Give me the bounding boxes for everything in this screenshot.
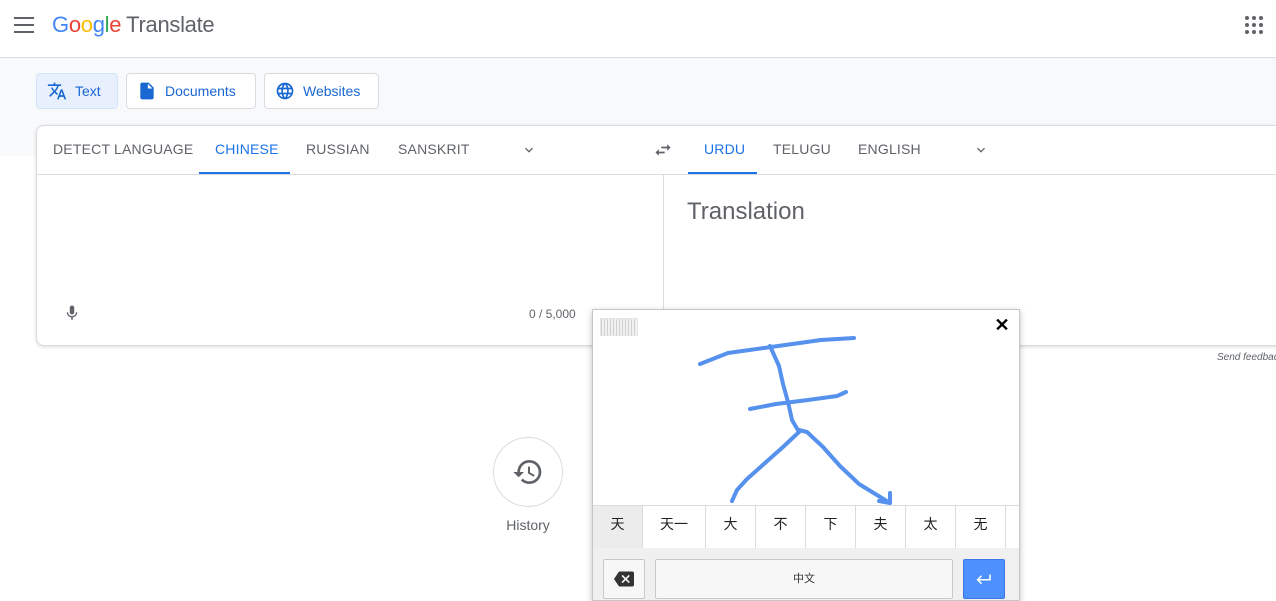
documents-mode-label: Documents	[165, 83, 236, 99]
google-translate-logo[interactable]: Google Translate	[52, 12, 215, 38]
target-lang-english[interactable]: ENGLISH	[842, 126, 937, 174]
source-lang-chinese[interactable]: CHINESE	[199, 126, 290, 174]
candidate-row: 天 天一 大 不 下 夫 太 无	[593, 505, 1019, 549]
candidate-char[interactable]: 大	[706, 506, 756, 548]
source-lang-detect[interactable]: DETECT LANGUAGE	[37, 126, 209, 174]
text-mode-button[interactable]: Text	[36, 73, 118, 109]
translation-placeholder: Translation	[687, 198, 805, 225]
candidate-char[interactable]: 无	[956, 506, 1006, 548]
language-bar: DETECT LANGUAGE CHINESE RUSSIAN SANSKRIT…	[37, 126, 1276, 175]
logo-product-name: Translate	[126, 12, 215, 37]
logo-letter: g	[92, 12, 105, 37]
character-count: 0 / 5,000	[529, 307, 576, 321]
handwriting-panel: ✕ 天 天一 大 不 下 夫 太 无 中文	[592, 309, 1020, 601]
history-button[interactable]	[493, 437, 563, 507]
microphone-icon[interactable]	[63, 302, 81, 324]
handwriting-canvas[interactable]	[593, 310, 1019, 505]
logo-letter: G	[52, 12, 69, 37]
text-mode-label: Text	[75, 83, 101, 99]
document-icon	[137, 81, 157, 101]
candidate-char[interactable]: 夫	[856, 506, 906, 548]
translate-icon	[47, 81, 67, 101]
source-lang-russian[interactable]: RUSSIAN	[290, 126, 386, 174]
close-icon[interactable]: ✕	[993, 316, 1011, 334]
candidate-char[interactable]: 天	[593, 506, 643, 548]
swap-languages-icon[interactable]	[651, 140, 675, 160]
candidate-char[interactable]: 下	[806, 506, 856, 548]
source-more-chevron-icon[interactable]	[521, 142, 537, 158]
target-lang-urdu[interactable]: URDU	[688, 126, 757, 174]
logo-letter: o	[68, 12, 81, 37]
enter-icon	[976, 574, 991, 585]
logo-letter: e	[109, 12, 122, 37]
drag-handle[interactable]	[600, 318, 638, 336]
target-lang-telugu[interactable]: TELUGU	[757, 126, 847, 174]
websites-mode-label: Websites	[303, 83, 361, 99]
backspace-icon	[614, 571, 634, 587]
websites-mode-button[interactable]: Websites	[264, 73, 379, 109]
app-header: Google Translate	[0, 0, 1276, 58]
handwriting-footer: 中文	[593, 548, 1019, 600]
backspace-button[interactable]	[603, 559, 645, 599]
space-button[interactable]: 中文	[655, 559, 953, 599]
enter-button[interactable]	[963, 559, 1005, 599]
handwriting-strokes	[698, 336, 892, 505]
logo-letter: o	[80, 12, 93, 37]
send-feedback-link[interactable]: Send feedback	[1217, 352, 1276, 363]
apps-grid-icon[interactable]	[1245, 16, 1263, 34]
candidate-char[interactable]: 天一	[643, 506, 706, 548]
menu-icon[interactable]	[14, 17, 34, 33]
target-more-chevron-icon[interactable]	[973, 142, 989, 158]
history-icon	[513, 460, 542, 484]
globe-icon	[275, 81, 295, 101]
candidate-char[interactable]: 太	[906, 506, 956, 548]
documents-mode-button[interactable]: Documents	[126, 73, 256, 109]
history-label: History	[506, 517, 550, 533]
source-lang-sanskrit[interactable]: SANSKRIT	[382, 126, 486, 174]
candidate-char[interactable]: 不	[756, 506, 806, 548]
